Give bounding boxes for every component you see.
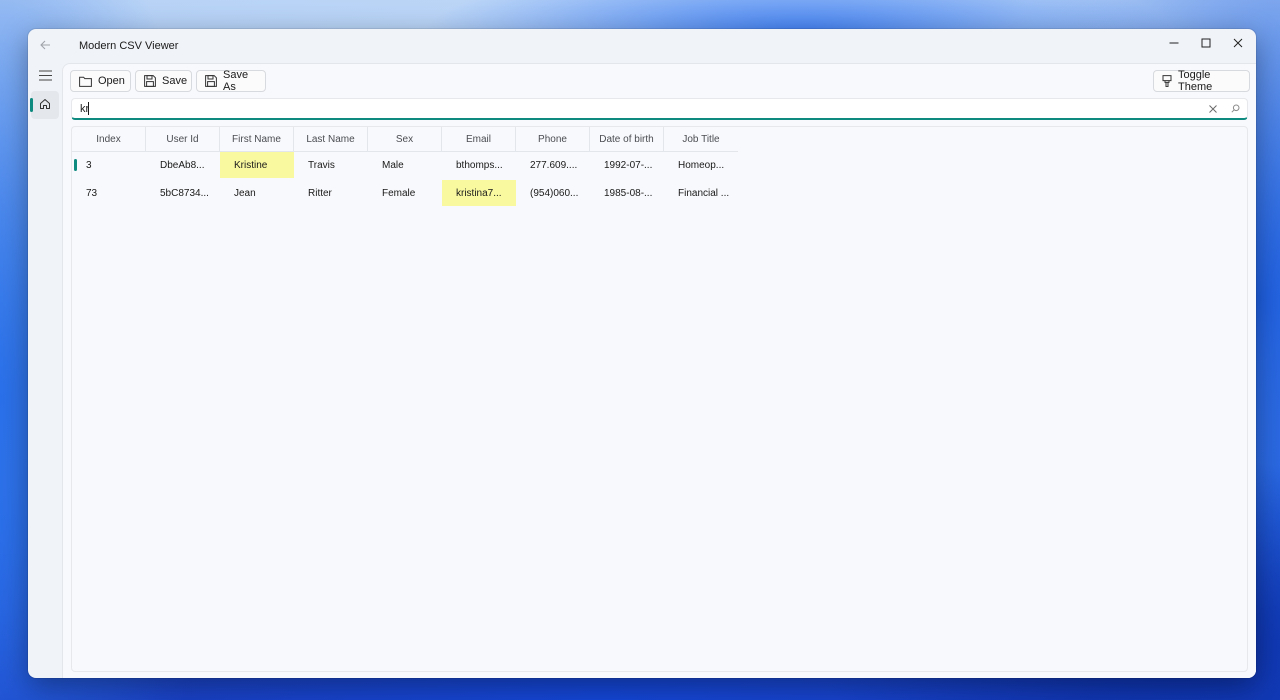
data-grid: Index User Id First Name Last Name Sex E… <box>71 126 1248 672</box>
save-as-button[interactable]: Save As <box>196 69 266 93</box>
save-as-label: Save As <box>223 69 249 93</box>
table-cell[interactable]: Female <box>368 180 442 206</box>
table-cell[interactable]: Ritter <box>294 180 368 206</box>
minimize-icon <box>1169 37 1179 51</box>
search-box[interactable]: kr <box>71 98 1248 120</box>
table-cell[interactable]: DbeAb8... <box>146 152 220 178</box>
save-button[interactable]: Save <box>135 70 192 92</box>
toggle-theme-label: Toggle Theme <box>1178 69 1213 93</box>
nav-item-home[interactable] <box>30 91 59 119</box>
main-content: Open Save Save As Toggle Theme kr Index … <box>62 63 1256 678</box>
grid-header: Index User Id First Name Last Name Sex E… <box>72 127 738 152</box>
home-icon <box>39 98 51 113</box>
clear-search-button[interactable] <box>1205 101 1221 117</box>
save-as-icon <box>205 75 217 87</box>
open-button[interactable]: Open <box>70 70 131 92</box>
table-cell[interactable]: 1992-07-... <box>590 152 664 178</box>
table-cell[interactable]: Homeop... <box>664 152 738 178</box>
table-cell[interactable]: 3 <box>72 152 146 178</box>
text-caret <box>88 102 89 115</box>
menu-toggle-button[interactable] <box>31 63 59 91</box>
column-header-first-name[interactable]: First Name <box>220 127 294 151</box>
clear-icon <box>1209 102 1217 116</box>
table-row[interactable]: 3 DbeAb8... Kristine Travis Male bthomps… <box>72 152 738 178</box>
table-cell[interactable]: Travis <box>294 152 368 178</box>
column-header-job-title[interactable]: Job Title <box>664 127 738 151</box>
app-window: Modern CSV Viewer Open Save Save As Togg… <box>28 29 1256 678</box>
column-header-last-name[interactable]: Last Name <box>294 127 368 151</box>
column-header-date-of-birth[interactable]: Date of birth <box>590 127 664 151</box>
selection-indicator <box>30 98 33 112</box>
close-button[interactable] <box>1222 29 1254 59</box>
table-cell[interactable]: (954)060... <box>516 180 590 206</box>
table-cell-match[interactable]: Kristine <box>220 152 294 178</box>
table-row[interactable]: 73 5bC8734... Jean Ritter Female kristin… <box>72 180 738 206</box>
window-controls <box>1158 29 1256 59</box>
column-header-email[interactable]: Email <box>442 127 516 151</box>
navigation-pane <box>28 63 62 678</box>
back-button[interactable] <box>32 33 58 59</box>
table-cell-match[interactable]: kristina7... <box>442 180 516 206</box>
open-label: Open <box>98 75 125 87</box>
table-cell[interactable]: bthomps... <box>442 152 516 178</box>
hamburger-icon <box>38 70 52 84</box>
column-header-sex[interactable]: Sex <box>368 127 442 151</box>
table-cell[interactable]: 1985-08-... <box>590 180 664 206</box>
table-cell[interactable]: Financial ... <box>664 180 738 206</box>
toggle-theme-button[interactable]: Toggle Theme <box>1153 69 1250 93</box>
search-icon <box>1230 102 1240 116</box>
row-selection-indicator <box>74 159 77 171</box>
table-cell[interactable]: 73 <box>72 180 146 206</box>
search-button[interactable] <box>1227 101 1243 117</box>
app-title: Modern CSV Viewer <box>79 40 179 52</box>
table-cell[interactable]: 277.609.... <box>516 152 590 178</box>
column-header-phone[interactable]: Phone <box>516 127 590 151</box>
table-cell[interactable]: Jean <box>220 180 294 206</box>
back-arrow-icon <box>39 39 51 54</box>
minimize-button[interactable] <box>1158 29 1190 59</box>
column-header-user-id[interactable]: User Id <box>146 127 220 151</box>
table-cell[interactable]: 5bC8734... <box>146 180 220 206</box>
table-cell[interactable]: Male <box>368 152 442 178</box>
maximize-button[interactable] <box>1190 29 1222 59</box>
close-icon <box>1233 37 1243 51</box>
paintbrush-icon <box>1162 75 1172 87</box>
column-header-index[interactable]: Index <box>72 127 146 151</box>
maximize-icon <box>1201 37 1211 51</box>
save-label: Save <box>162 75 188 87</box>
folder-icon <box>79 76 92 87</box>
save-icon <box>144 75 156 87</box>
title-bar: Modern CSV Viewer <box>28 29 1256 63</box>
